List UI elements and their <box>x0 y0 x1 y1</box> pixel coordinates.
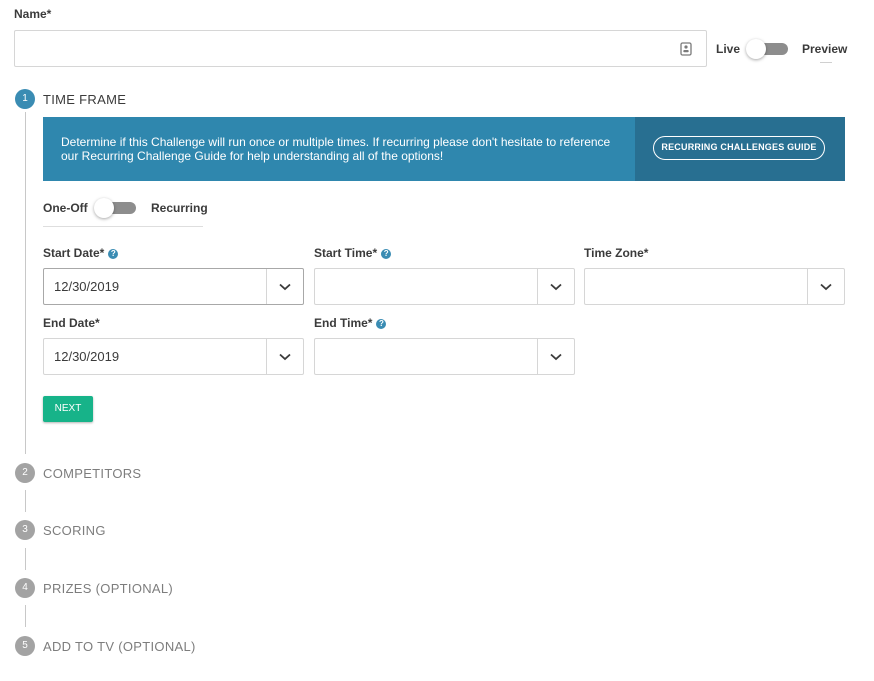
chevron-down-icon <box>820 283 832 290</box>
step-1-circle[interactable]: 1 <box>15 89 35 109</box>
contact-card-icon <box>680 42 692 61</box>
step-connector <box>25 112 26 454</box>
step-3-label[interactable]: SCORING <box>43 523 106 538</box>
step-2-circle[interactable]: 2 <box>15 463 35 483</box>
chevron-down-icon <box>279 353 291 360</box>
start-date-field[interactable]: 12/30/2019 <box>43 268 304 305</box>
recurring-label: Recurring <box>151 201 208 215</box>
end-time-field[interactable] <box>314 338 575 375</box>
one-off-label: One-Off <box>43 201 88 215</box>
help-icon[interactable]: ? <box>381 249 392 259</box>
info-banner: Determine if this Challenge will run onc… <box>43 117 845 181</box>
start-date-label: Start Date*? <box>43 246 119 260</box>
chevron-down-icon <box>550 283 562 290</box>
end-date-label: End Date* <box>43 316 100 330</box>
chevron-down-icon <box>550 353 562 360</box>
time-zone-label: Time Zone* <box>584 246 649 260</box>
step-1-label[interactable]: TIME FRAME <box>43 92 126 107</box>
name-input[interactable] <box>14 30 707 67</box>
step-5-circle[interactable]: 5 <box>15 636 35 656</box>
end-time-label: End Time*? <box>314 316 387 330</box>
end-date-dropdown[interactable] <box>266 339 303 374</box>
start-time-dropdown[interactable] <box>537 269 574 304</box>
chevron-down-icon <box>279 283 291 290</box>
step-4-label[interactable]: PRIZES (OPTIONAL) <box>43 581 173 596</box>
help-icon[interactable]: ? <box>376 319 387 329</box>
preview-label: Preview <box>802 42 848 56</box>
end-time-dropdown[interactable] <box>537 339 574 374</box>
live-preview-toggle[interactable] <box>746 38 790 60</box>
step-3-circle[interactable]: 3 <box>15 520 35 540</box>
help-icon[interactable]: ? <box>108 249 119 259</box>
next-button[interactable]: NEXT <box>43 396 93 422</box>
banner-text: Determine if this Challenge will run onc… <box>61 135 611 163</box>
time-zone-field[interactable] <box>584 268 845 305</box>
name-label: Name* <box>14 7 52 21</box>
step-2-label[interactable]: COMPETITORS <box>43 466 141 481</box>
start-date-dropdown[interactable] <box>266 269 303 304</box>
step-connector <box>25 548 26 570</box>
toggle-divider <box>43 226 203 227</box>
step-connector <box>25 490 26 512</box>
start-date-value: 12/30/2019 <box>54 279 120 294</box>
step-4-circle[interactable]: 4 <box>15 578 35 598</box>
live-label: Live <box>716 42 741 56</box>
end-date-field[interactable]: 12/30/2019 <box>43 338 304 375</box>
time-zone-dropdown[interactable] <box>807 269 844 304</box>
start-time-field[interactable] <box>314 268 575 305</box>
start-time-label: Start Time*? <box>314 246 392 260</box>
end-date-value: 12/30/2019 <box>54 349 120 364</box>
step-connector <box>25 605 26 627</box>
preview-underline <box>820 62 832 63</box>
banner-action-area: RECURRING CHALLENGES GUIDE <box>635 117 845 181</box>
frequency-toggle[interactable] <box>94 197 138 219</box>
recurring-guide-button[interactable]: RECURRING CHALLENGES GUIDE <box>653 136 825 160</box>
step-5-label[interactable]: ADD TO TV (OPTIONAL) <box>43 639 196 654</box>
